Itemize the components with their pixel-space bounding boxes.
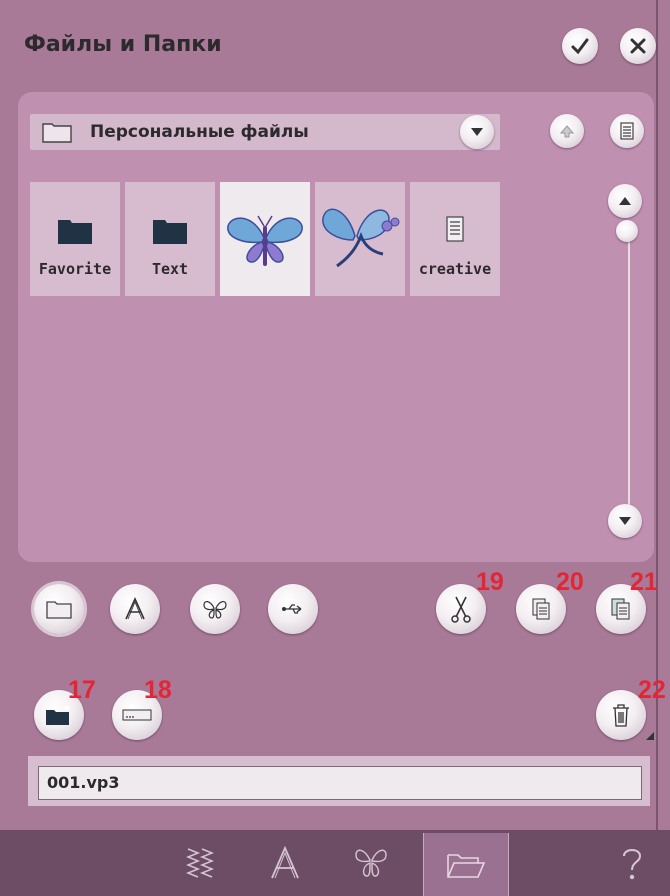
- paste-icon: [611, 598, 630, 620]
- scissors-icon: [451, 596, 471, 623]
- filename-field[interactable]: 001.vp3: [38, 766, 642, 800]
- filename-field-container: 001.vp3: [28, 756, 650, 806]
- embroidery-filter-button[interactable]: [190, 584, 240, 634]
- copy-icon: [532, 598, 550, 620]
- bottom-nav-bar: [0, 830, 670, 896]
- confirm-button[interactable]: [562, 28, 598, 64]
- checkmark-icon: [571, 38, 589, 55]
- usb-icon: [282, 604, 302, 614]
- parent-folder-button[interactable]: [550, 114, 584, 148]
- new-folder-icon: [46, 705, 70, 725]
- open-folder-icon: [447, 854, 486, 878]
- scroll-down-button[interactable]: [608, 504, 642, 538]
- folder-icon: [58, 220, 92, 244]
- nav-tab-file-manager[interactable]: [423, 833, 509, 896]
- usb-filter-button[interactable]: [268, 584, 318, 634]
- file-item-label: creative: [418, 260, 492, 278]
- close-icon: [630, 38, 646, 54]
- chevron-down-icon: [619, 517, 631, 525]
- document-icon: [446, 216, 464, 242]
- list-view-button[interactable]: [610, 114, 644, 148]
- folder-filter-button[interactable]: [34, 584, 84, 634]
- embroidery-menu-icon[interactable]: [354, 846, 388, 878]
- directory-dropdown-button[interactable]: [460, 115, 494, 149]
- window-frame: Файлы и Папки Персональные файлы Favorit…: [0, 0, 666, 830]
- font-menu-icon[interactable]: [270, 846, 300, 880]
- butterfly-icon: [203, 601, 227, 619]
- up-arrow-icon: [559, 125, 575, 138]
- scroll-up-button[interactable]: [608, 184, 642, 218]
- file-item-butterfly-flower[interactable]: [315, 182, 405, 296]
- chevron-up-icon: [619, 197, 631, 205]
- callout-22: 22: [638, 676, 666, 704]
- corner-resize-icon: [646, 732, 654, 740]
- help-icon[interactable]: [620, 846, 644, 882]
- callout-19: 19: [476, 568, 504, 596]
- file-item-text[interactable]: Text: [125, 182, 215, 296]
- butterfly-embroidery-icon: [227, 215, 303, 266]
- callout-21: 21: [630, 568, 658, 596]
- trash-icon: [613, 704, 629, 727]
- page-title: Файлы и Папки: [24, 32, 222, 57]
- current-directory-label: Персональные файлы: [90, 122, 309, 142]
- scrollbar-thumb[interactable]: [616, 220, 638, 242]
- folder-icon: [42, 123, 72, 143]
- file-item-label: Text: [151, 260, 189, 278]
- stitch-menu-icon[interactable]: [186, 846, 214, 880]
- folder-icon: [46, 601, 72, 619]
- file-item-favorite[interactable]: Favorite: [30, 182, 120, 296]
- folder-icon: [153, 220, 187, 244]
- callout-20: 20: [556, 568, 584, 596]
- scrollbar-track[interactable]: [628, 230, 630, 520]
- font-filter-button[interactable]: [110, 584, 160, 634]
- file-item-butterfly[interactable]: [220, 182, 310, 296]
- filename-value: 001.vp3: [47, 773, 120, 792]
- callout-17: 17: [68, 676, 96, 704]
- callout-18: 18: [144, 676, 172, 704]
- file-manager-screen: Файлы и Папки Персональные файлы Favorit…: [0, 0, 670, 896]
- butterfly-flower-embroidery-icon: [322, 208, 400, 268]
- close-button[interactable]: [620, 28, 656, 64]
- list-icon: [620, 122, 634, 140]
- rename-icon: [122, 709, 152, 721]
- chevron-down-icon: [471, 128, 483, 136]
- file-item-label: Favorite: [38, 260, 112, 278]
- directory-selector[interactable]: Персональные файлы: [30, 114, 500, 150]
- file-browser-panel: Персональные файлы Favorite Text creativ…: [18, 92, 654, 562]
- file-item-creative[interactable]: creative: [410, 182, 500, 296]
- font-icon: [125, 597, 145, 620]
